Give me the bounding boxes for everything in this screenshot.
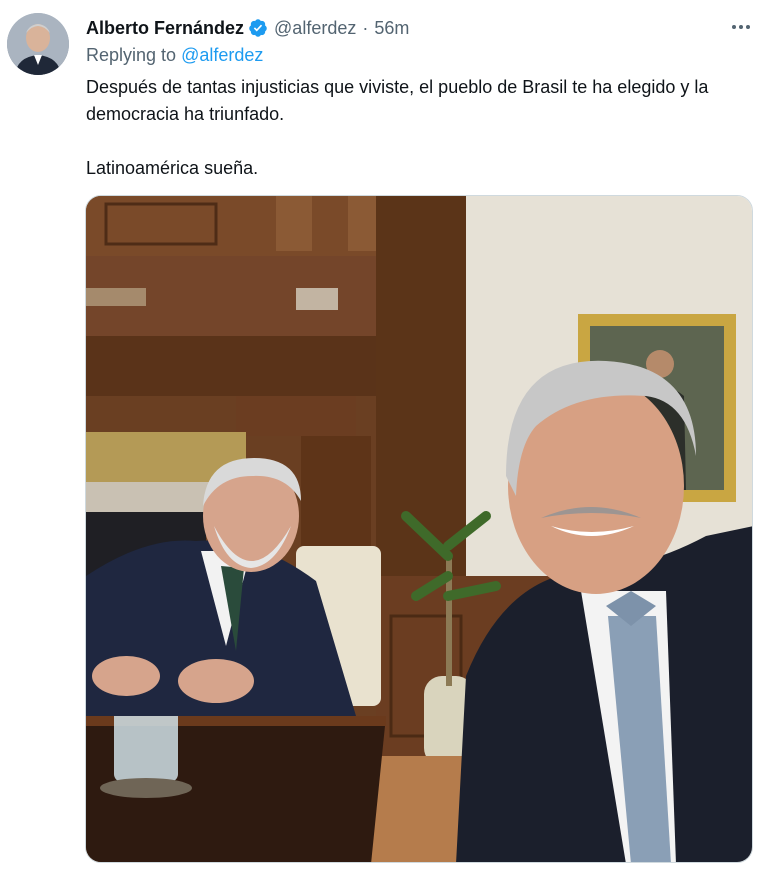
handle[interactable]: @alferdez xyxy=(274,18,356,39)
timestamp[interactable]: 56m xyxy=(374,18,409,39)
more-options-icon xyxy=(732,25,750,29)
tweet-header: Alberto Fernández @alferdez · 56m xyxy=(86,15,760,41)
reply-mention-link[interactable]: @alferdez xyxy=(181,45,263,65)
separator: · xyxy=(362,17,369,38)
replying-to: Replying to @alferdez xyxy=(86,45,263,66)
photo-image xyxy=(86,196,752,862)
more-options-button[interactable] xyxy=(730,16,752,38)
avatar[interactable] xyxy=(7,13,69,75)
display-name[interactable]: Alberto Fernández xyxy=(86,18,244,39)
verified-badge-icon xyxy=(249,19,267,37)
tweet-photo[interactable] xyxy=(85,195,753,863)
avatar-image xyxy=(7,13,69,75)
tweet-text: Después de tantas injusticias que vivist… xyxy=(86,77,709,178)
tweet[interactable]: Alberto Fernández @alferdez · 56m Replyi… xyxy=(0,0,770,875)
reply-prefix: Replying to xyxy=(86,45,177,65)
